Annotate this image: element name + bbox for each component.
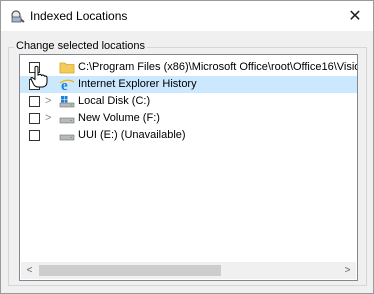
- expand-chevron-icon[interactable]: >: [45, 112, 55, 125]
- tree-item-label: UUI (E:) (Unavailable): [78, 129, 186, 141]
- drive-icon: [59, 134, 75, 141]
- scrollbar-thumb[interactable]: [39, 265, 221, 276]
- tree-item-new-volume-f[interactable]: > New Volume (F:): [20, 110, 357, 127]
- system-drive-icon: [59, 96, 75, 108]
- locations-tree[interactable]: C:\Program Files (x86)\Microsoft Office\…: [19, 54, 358, 281]
- scroll-right-button[interactable]: >: [339, 262, 356, 279]
- tree-item-label: Local Disk (C:): [78, 95, 151, 107]
- tree-item-program-files[interactable]: C:\Program Files (x86)\Microsoft Office\…: [20, 59, 357, 76]
- tree-item-checkbox[interactable]: [29, 130, 40, 141]
- close-icon: ✕: [348, 8, 362, 25]
- scroll-left-button[interactable]: <: [21, 262, 38, 279]
- tree-item-checkbox[interactable]: [29, 113, 40, 124]
- folder-icon: [59, 62, 75, 74]
- window-title: Indexed Locations: [30, 9, 128, 23]
- indexed-locations-window: Indexed Locations ✕ Change selected loca…: [0, 0, 374, 294]
- tree-item-uui-e[interactable]: UUI (E:) (Unavailable): [20, 127, 357, 144]
- tree-item-local-disk-c[interactable]: > Local Disk (C:): [20, 93, 357, 110]
- tree-item-label: Internet Explorer History: [78, 78, 197, 90]
- tree-item-checkbox[interactable]: [29, 96, 40, 107]
- tree-item-ie-history[interactable]: e Internet Explorer History: [20, 76, 357, 93]
- drive-icon: [59, 117, 75, 124]
- group-label: Change selected locations: [14, 40, 148, 52]
- title-bar: Indexed Locations ✕: [1, 1, 373, 31]
- horizontal-scrollbar[interactable]: < >: [21, 262, 356, 279]
- expand-chevron-icon[interactable]: >: [45, 95, 55, 108]
- tree-item-label: New Volume (F:): [78, 112, 160, 124]
- internet-explorer-icon: e: [59, 78, 75, 92]
- indexing-options-icon: [11, 10, 25, 23]
- tree-item-label: C:\Program Files (x86)\Microsoft Office\…: [78, 61, 358, 73]
- hand-cursor-icon: [30, 65, 48, 88]
- close-button[interactable]: ✕: [337, 1, 373, 31]
